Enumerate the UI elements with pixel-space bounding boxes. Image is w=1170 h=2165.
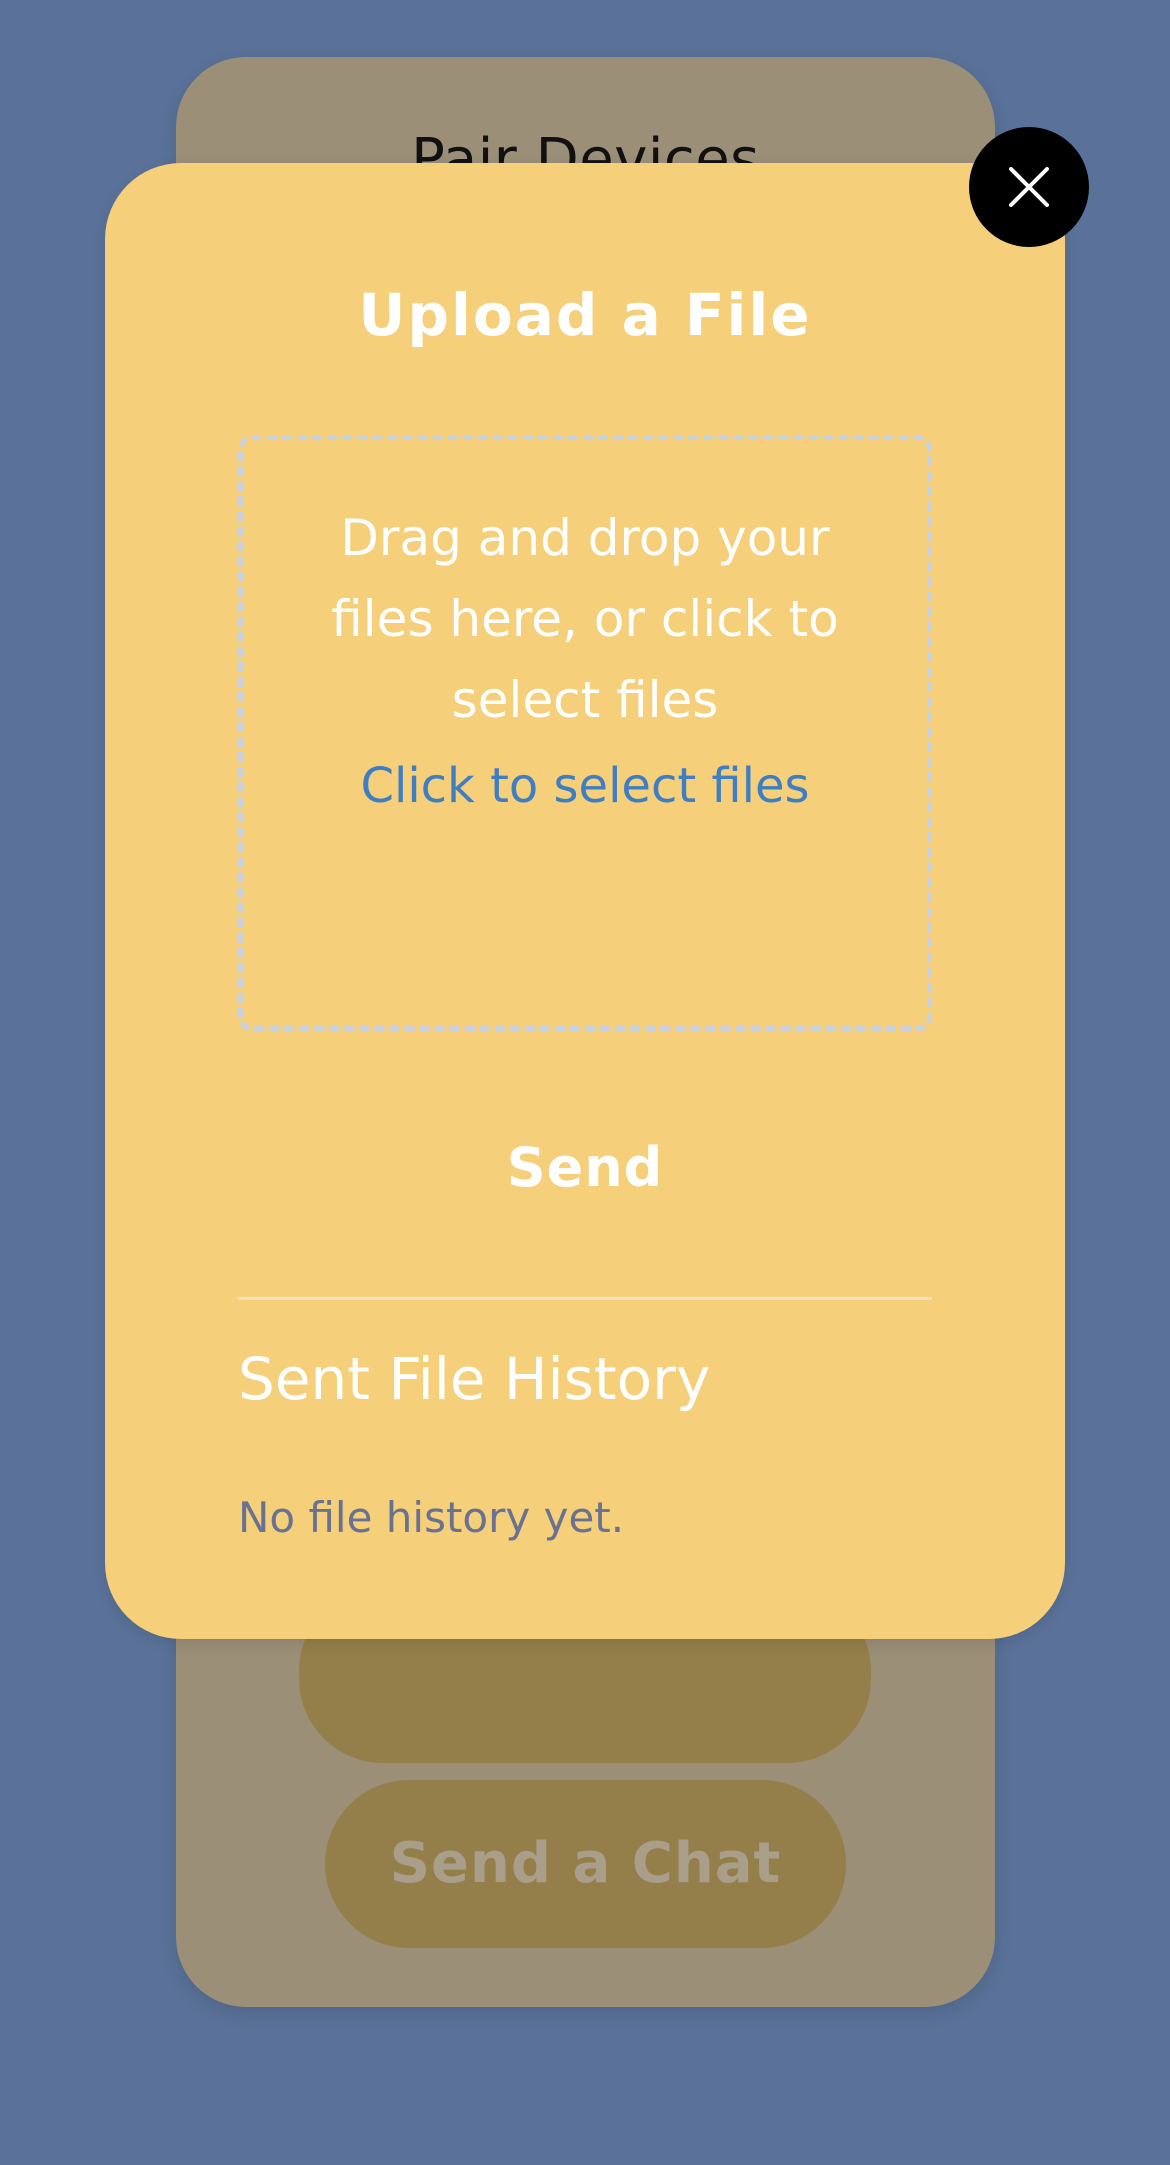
divider bbox=[238, 1297, 932, 1300]
send-button[interactable]: Send bbox=[435, 1118, 735, 1218]
close-modal-button[interactable] bbox=[969, 127, 1089, 247]
file-history-empty-message: No file history yet. bbox=[238, 1493, 625, 1542]
send-chat-button: Send a Chat bbox=[325, 1780, 846, 1948]
modal-title: Upload a File bbox=[358, 281, 812, 349]
upload-file-modal: Upload a File Drag and drop your files h… bbox=[105, 163, 1065, 1639]
file-dropzone[interactable]: Drag and drop your files here, or click … bbox=[238, 435, 932, 1031]
close-icon bbox=[1009, 167, 1049, 207]
select-files-link[interactable]: Click to select files bbox=[243, 758, 927, 814]
sent-file-history-title: Sent File History bbox=[238, 1345, 711, 1413]
dropzone-instructions: Drag and drop your files here, or click … bbox=[331, 509, 839, 729]
